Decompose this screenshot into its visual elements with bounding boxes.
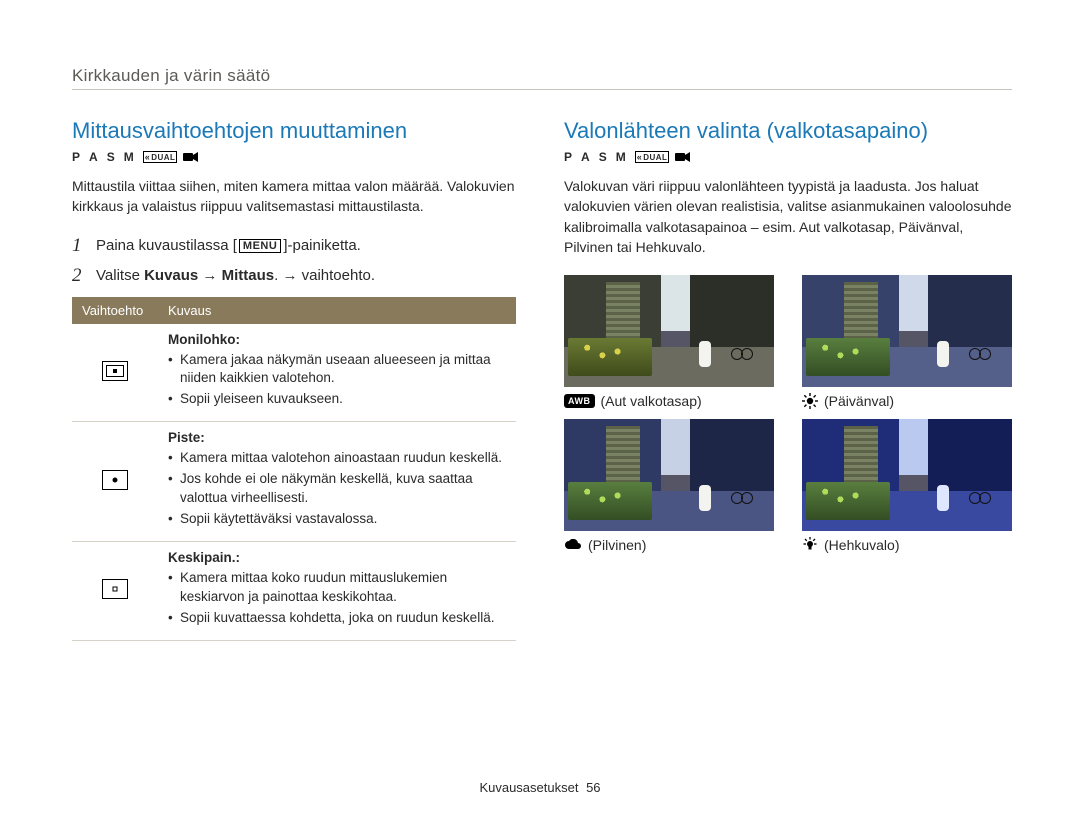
movie-icon: [183, 151, 199, 163]
multi-icon-cell: [72, 324, 158, 422]
left-column: Mittausvaihtoehtojen muuttaminen P A S M…: [72, 118, 516, 641]
mode-indicator-row-right: P A S M DUAL: [564, 150, 1012, 164]
right-column: Valonlähteen valinta (valkotasapaino) P …: [564, 118, 1012, 641]
right-intro: Valokuvan väri riippuu valonlähteen tyyp…: [564, 176, 1012, 257]
wb-auto-text: Aut valkotasap: [601, 393, 702, 409]
table-row: Monilohko: Kamera jakaa näkymän useaan a…: [72, 324, 516, 422]
section-header: Kirkkauden ja värin säätö: [72, 66, 1012, 86]
metering-options-table: Vaihtoehto Kuvaus Monilohko: Kamera jaka…: [72, 297, 516, 641]
mode-p: P: [72, 150, 83, 164]
wb-tungsten-label: Hehkuvalo: [802, 537, 1012, 553]
center-title: Keskipain.:: [168, 550, 240, 565]
left-intro: Mittaustila viittaa siihen, miten kamera…: [72, 176, 516, 217]
step2-mittaus: Mittaus: [222, 267, 275, 284]
mode-m: M: [124, 150, 137, 164]
movie-icon: [675, 151, 691, 163]
center-metering-icon: [102, 579, 128, 599]
mode-p: P: [564, 150, 575, 164]
step2-kuvaus: Kuvaus: [144, 267, 198, 284]
multi-bullet-1: Kamera jakaa näkymän useaan alueeseen ja…: [168, 351, 506, 389]
th-desc: Kuvaus: [158, 297, 516, 324]
wb-daylight-image: [802, 275, 1012, 387]
table-row: Keskipain.: Kamera mittaa koko ruudun mi…: [72, 541, 516, 640]
mode-s: S: [107, 150, 118, 164]
wb-cloudy-text: Pilvinen: [588, 537, 646, 553]
wb-auto-image: [564, 275, 774, 387]
table-header-row: Vaihtoehto Kuvaus: [72, 297, 516, 324]
spot-title: Piste:: [168, 430, 205, 445]
step-1-text: Paina kuvaustilassa [MENU]-painiketta.: [96, 235, 361, 254]
step-number: 2: [72, 265, 86, 287]
wb-tungsten-image: [802, 419, 1012, 531]
wb-auto-item: AWB Aut valkotasap: [564, 275, 774, 409]
wb-cloudy-item: Pilvinen: [564, 419, 774, 553]
mode-m: M: [616, 150, 629, 164]
cloud-icon: [564, 539, 582, 551]
step-number: 1: [72, 235, 86, 257]
mode-dual-icon: DUAL: [635, 151, 670, 163]
spot-metering-icon: [102, 470, 128, 490]
center-icon-cell: [72, 541, 158, 640]
multi-bullet-2: Sopii yleiseen kuvaukseen.: [168, 390, 506, 409]
wb-daylight-item: Päivänval: [802, 275, 1012, 409]
wb-tungsten-text: Hehkuvalo: [824, 537, 900, 553]
center-bullet-1: Kamera mittaa koko ruudun mittauslukemie…: [168, 569, 506, 607]
multi-title: Monilohko:: [168, 332, 240, 347]
step1-post: ]-painiketta.: [283, 237, 361, 254]
wb-tungsten-item: Hehkuvalo: [802, 419, 1012, 553]
menu-button-label: MENU: [239, 239, 281, 253]
step-1: 1 Paina kuvaustilassa [MENU]-painiketta.: [72, 235, 516, 257]
spot-icon-cell: [72, 422, 158, 542]
steps-list: 1 Paina kuvaustilassa [MENU]-painiketta.…: [72, 235, 516, 287]
page: Kirkkauden ja värin säätö Mittausvaihtoe…: [0, 0, 1080, 815]
spot-desc-cell: Piste: Kamera mittaa valotehon ainoastaa…: [158, 422, 516, 542]
step-2: 2 Valitse Kuvaus → Mittaus. → vaihtoehto…: [72, 265, 516, 287]
step2-post: . → vaihtoehto.: [274, 267, 375, 284]
wb-daylight-text: Päivänval: [824, 393, 894, 409]
multi-desc-cell: Monilohko: Kamera jakaa näkymän useaan a…: [158, 324, 516, 422]
footer-page-number: 56: [586, 780, 600, 795]
right-title: Valonlähteen valinta (valkotasapaino): [564, 118, 1012, 144]
th-option: Vaihtoehto: [72, 297, 158, 324]
mode-a: A: [89, 150, 101, 164]
spot-bullet-1: Kamera mittaa valotehon ainoastaan ruudu…: [168, 449, 506, 468]
step2-pre: Valitse: [96, 267, 144, 284]
left-title: Mittausvaihtoehtojen muuttaminen: [72, 118, 516, 144]
mode-a: A: [581, 150, 593, 164]
white-balance-grid: AWB Aut valkotasap Päivänval: [564, 275, 1012, 553]
wb-cloudy-image: [564, 419, 774, 531]
two-column-layout: Mittausvaihtoehtojen muuttaminen P A S M…: [72, 118, 1012, 641]
table-row: Piste: Kamera mittaa valotehon ainoastaa…: [72, 422, 516, 542]
step2-arrow: →: [198, 267, 221, 284]
sun-icon: [802, 393, 818, 409]
step-2-text: Valitse Kuvaus → Mittaus. → vaihtoehto.: [96, 265, 375, 284]
spot-bullet-3: Sopii käytettäväksi vastavalossa.: [168, 510, 506, 529]
wb-daylight-label: Päivänval: [802, 393, 1012, 409]
page-footer: Kuvausasetukset 56: [0, 780, 1080, 795]
wb-cloudy-label: Pilvinen: [564, 537, 774, 553]
step1-pre: Paina kuvaustilassa [: [96, 237, 237, 254]
awb-icon: AWB: [564, 394, 595, 408]
center-desc-cell: Keskipain.: Kamera mittaa koko ruudun mi…: [158, 541, 516, 640]
center-bullet-2: Sopii kuvattaessa kohdetta, joka on ruud…: [168, 609, 506, 628]
footer-section: Kuvausasetukset: [479, 780, 578, 795]
spot-bullet-2: Jos kohde ei ole näkymän keskellä, kuva …: [168, 470, 506, 508]
mode-s: S: [599, 150, 610, 164]
multi-metering-icon: [102, 361, 128, 381]
mode-indicator-row: P A S M DUAL: [72, 150, 516, 164]
divider: [72, 89, 1012, 90]
bulb-icon: [802, 537, 818, 553]
wb-auto-label: AWB Aut valkotasap: [564, 393, 774, 409]
mode-dual-icon: DUAL: [143, 151, 178, 163]
